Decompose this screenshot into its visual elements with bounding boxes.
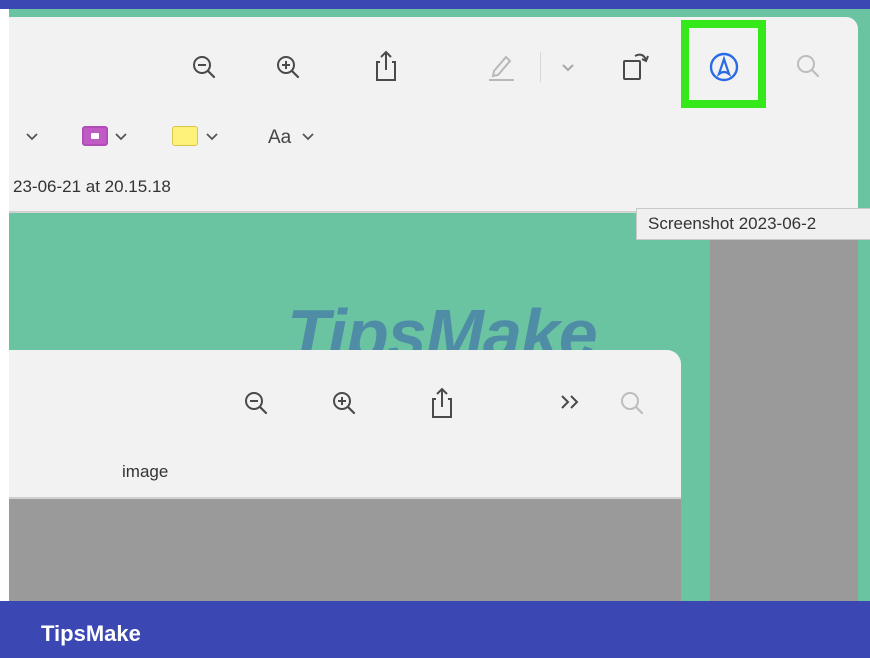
side-panel: [710, 212, 858, 601]
zoom-out-icon[interactable]: [186, 49, 222, 85]
chevron-down-icon[interactable]: [300, 129, 316, 145]
share-icon[interactable]: [424, 383, 460, 423]
chevron-down-icon[interactable]: [558, 58, 578, 78]
search-icon[interactable]: [790, 48, 826, 84]
zoom-in-icon[interactable]: [270, 49, 306, 85]
zoom-in-icon[interactable]: [326, 385, 362, 421]
window-title: 23-06-21 at 20.15.18: [13, 177, 171, 196]
screenshot-frame: Aa 23-06-21 at 20.15.18 Screenshot 2023-…: [0, 0, 870, 658]
highlight-box: [681, 20, 766, 108]
chevron-down-icon[interactable]: [24, 129, 40, 145]
markup-pen-icon[interactable]: [481, 46, 521, 86]
footer-brand: TipsMake: [41, 621, 141, 646]
zoom-out-icon[interactable]: [238, 385, 274, 421]
chevron-down-icon[interactable]: [204, 129, 220, 145]
top-border: [0, 0, 870, 9]
fill-color-swatch[interactable]: [172, 126, 198, 146]
more-icon[interactable]: [556, 390, 584, 414]
share-icon[interactable]: [368, 46, 404, 86]
text-style-button[interactable]: Aa: [268, 127, 291, 149]
toolbar-divider: [540, 52, 541, 82]
border-color-swatch[interactable]: [82, 126, 108, 146]
chevron-down-icon[interactable]: [113, 129, 129, 145]
window-title: image: [122, 462, 169, 481]
tooltip: Screenshot 2023-06-2: [636, 208, 870, 240]
search-icon[interactable]: [614, 385, 650, 421]
rotate-icon[interactable]: [615, 44, 657, 86]
document-area: [9, 499, 681, 601]
